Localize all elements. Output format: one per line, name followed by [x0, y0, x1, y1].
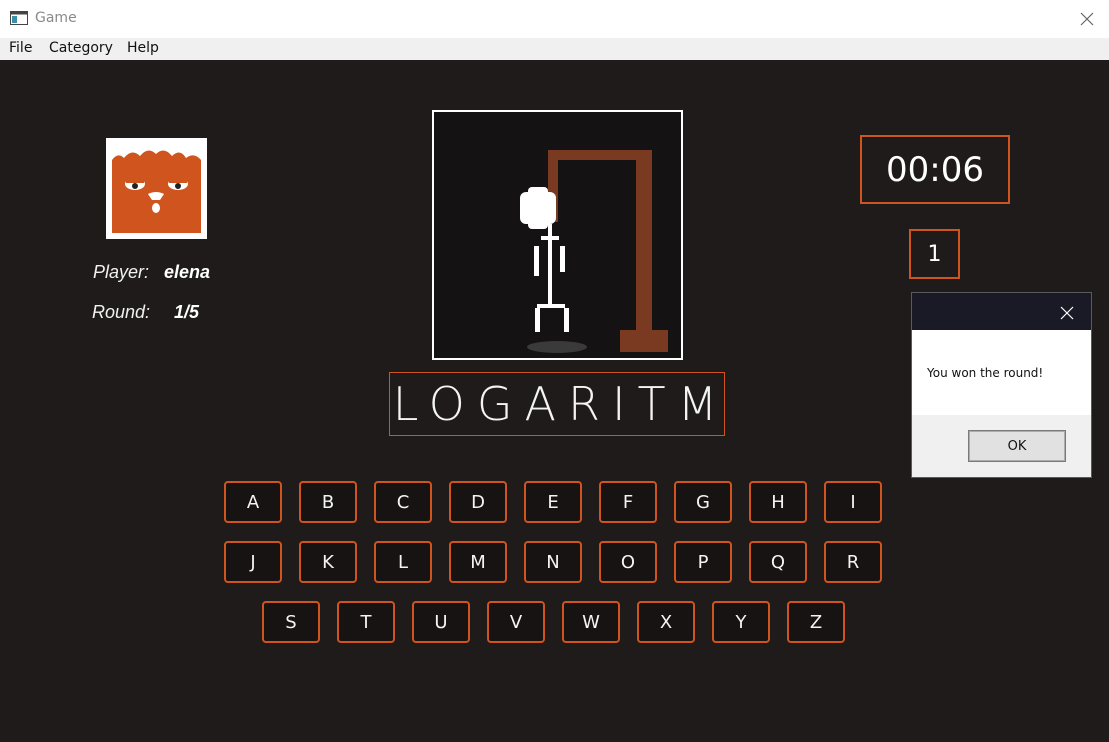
- key-u[interactable]: U: [412, 601, 470, 643]
- key-d[interactable]: D: [449, 481, 507, 523]
- round-value: 1/5: [174, 302, 200, 322]
- key-r[interactable]: R: [824, 541, 882, 583]
- ok-button[interactable]: OK: [968, 430, 1066, 462]
- app-window: Game File Category Help Player: elena Ro…: [0, 0, 1109, 742]
- key-s[interactable]: S: [262, 601, 320, 643]
- wrong-guess-counter: 1: [909, 229, 960, 279]
- key-j[interactable]: J: [224, 541, 282, 583]
- player-name: elena: [164, 262, 211, 282]
- key-c[interactable]: C: [374, 481, 432, 523]
- player-label: Player:: [93, 262, 150, 282]
- key-label: C: [396, 491, 410, 513]
- key-label: J: [250, 551, 256, 573]
- key-label: V: [509, 611, 523, 633]
- key-label: A: [246, 491, 260, 513]
- key-w[interactable]: W: [562, 601, 620, 643]
- key-label: S: [285, 611, 297, 633]
- key-label: D: [471, 491, 485, 513]
- hangman-image: [432, 110, 683, 360]
- wrong-guess-value: 1: [927, 241, 942, 267]
- key-y[interactable]: Y: [712, 601, 770, 643]
- key-label: K: [322, 551, 334, 573]
- key-label: P: [697, 551, 709, 573]
- key-o[interactable]: O: [599, 541, 657, 583]
- dialog-title-bar: [912, 293, 1091, 330]
- key-p[interactable]: P: [674, 541, 732, 583]
- word-display: LOGARITM: [389, 372, 725, 436]
- key-x[interactable]: X: [637, 601, 695, 643]
- key-b[interactable]: B: [299, 481, 357, 523]
- key-f[interactable]: F: [599, 481, 657, 523]
- dialog-close-icon[interactable]: [1055, 302, 1079, 324]
- app-icon: [10, 11, 28, 25]
- key-label: T: [360, 611, 372, 633]
- key-label: E: [547, 491, 559, 513]
- dialog-message: You won the round!: [927, 366, 1044, 380]
- guessed-word: LOGARITM: [392, 377, 730, 431]
- title-bar: Game: [0, 0, 1109, 39]
- key-label: R: [846, 551, 860, 573]
- key-label: O: [620, 551, 636, 573]
- key-label: L: [397, 551, 409, 573]
- key-k[interactable]: K: [299, 541, 357, 583]
- avatar: [106, 138, 207, 239]
- key-q[interactable]: Q: [749, 541, 807, 583]
- ok-label: OK: [1007, 438, 1027, 454]
- close-icon[interactable]: [1072, 6, 1102, 32]
- key-e[interactable]: E: [524, 481, 582, 523]
- key-label: M: [470, 551, 486, 573]
- key-a[interactable]: A: [224, 481, 282, 523]
- key-h[interactable]: H: [749, 481, 807, 523]
- window-title: Game: [35, 10, 77, 26]
- dialog-body: You won the round!: [912, 330, 1091, 415]
- key-label: Y: [735, 611, 747, 633]
- round-label: Round:: [92, 302, 151, 322]
- hangman-drawing: [520, 150, 668, 353]
- timer: 00:06: [860, 135, 1010, 204]
- key-label: G: [696, 491, 710, 513]
- key-i[interactable]: I: [824, 481, 882, 523]
- key-label: I: [850, 491, 856, 513]
- menu-help[interactable]: Help: [127, 40, 159, 56]
- key-g[interactable]: G: [674, 481, 732, 523]
- timer-value: 00:06: [886, 149, 984, 190]
- key-label: W: [582, 611, 600, 633]
- key-label: B: [321, 491, 335, 513]
- key-label: F: [622, 491, 634, 513]
- key-m[interactable]: M: [449, 541, 507, 583]
- key-label: U: [434, 611, 448, 633]
- key-label: Z: [809, 611, 823, 633]
- key-n[interactable]: N: [524, 541, 582, 583]
- round-result-dialog: You won the round! OK: [911, 292, 1092, 478]
- key-l[interactable]: L: [374, 541, 432, 583]
- key-label: H: [771, 491, 785, 513]
- key-t[interactable]: T: [337, 601, 395, 643]
- key-z[interactable]: Z: [787, 601, 845, 643]
- menu-category[interactable]: Category: [49, 40, 113, 56]
- key-v[interactable]: V: [487, 601, 545, 643]
- menu-bar: File Category Help: [0, 38, 1109, 60]
- menu-file[interactable]: File: [9, 40, 32, 56]
- key-label: X: [659, 611, 673, 633]
- key-label: Q: [770, 551, 786, 573]
- key-label: N: [546, 551, 560, 573]
